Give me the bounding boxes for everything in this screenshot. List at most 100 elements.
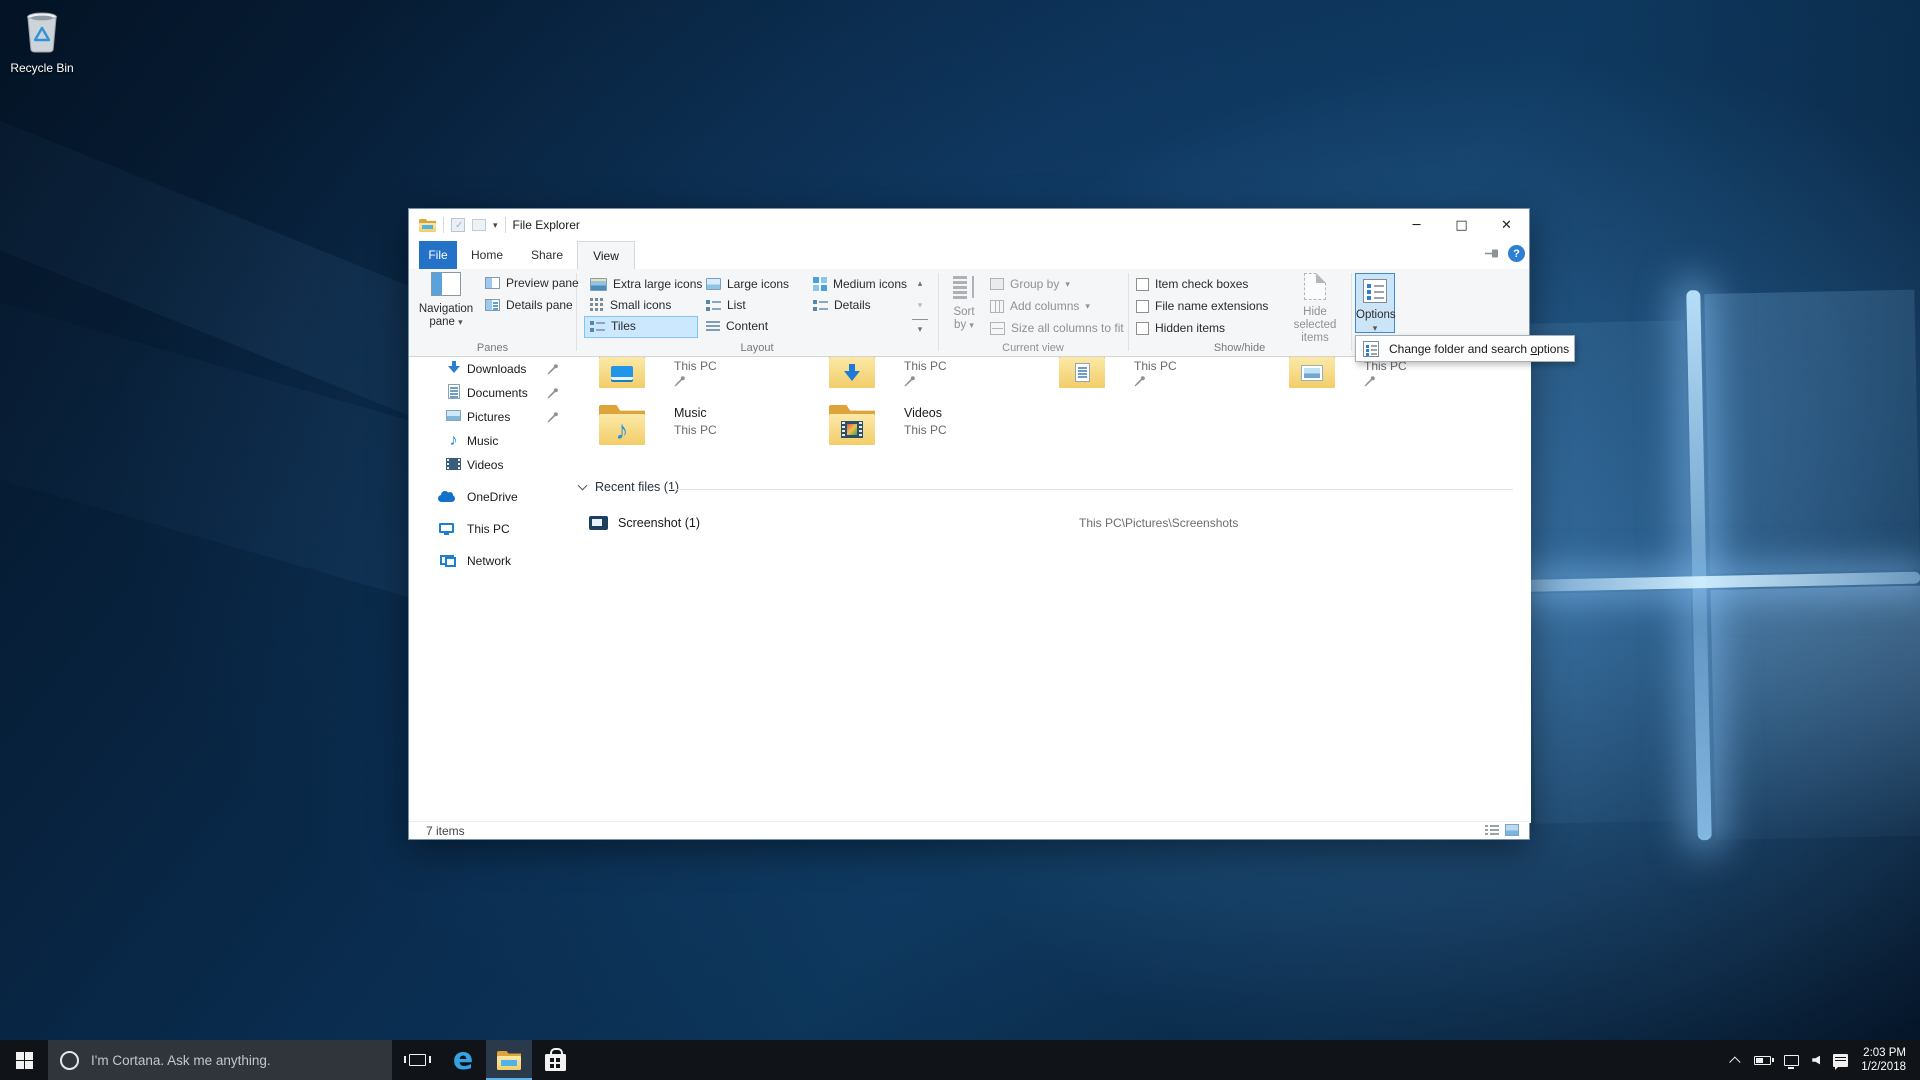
videos-icon xyxy=(446,458,461,470)
options-button[interactable]: Options ▾ xyxy=(1355,273,1395,333)
qat-properties-icon[interactable]: ✓ xyxy=(451,218,465,232)
taskbar-clock[interactable]: 2:03 PM 1/2/2018 xyxy=(1861,1046,1906,1074)
navigation-pane-button[interactable]: Navigation pane ▾ xyxy=(417,272,475,329)
pictures-icon xyxy=(446,410,461,421)
taskbar-edge-button[interactable]: e xyxy=(440,1040,486,1080)
sidebar-item-network[interactable]: Network xyxy=(409,549,567,573)
tile-downloads-folder[interactable]: This PC xyxy=(829,357,1049,394)
minimize-button[interactable]: ─ xyxy=(1394,209,1439,241)
layout-extra-large-icons[interactable]: Extra large icons xyxy=(590,277,702,291)
checkbox-unchecked-icon[interactable] xyxy=(1136,322,1149,335)
window-body: Downloads Documents Pictures ♪ Music xyxy=(409,357,1531,823)
size-all-columns-button[interactable]: Size all columns to fit xyxy=(990,321,1124,335)
group-by-button[interactable]: Group by ▾ xyxy=(990,277,1070,291)
recycle-bin[interactable]: Recycle Bin xyxy=(6,8,78,75)
tab-view[interactable]: View xyxy=(577,241,635,269)
cortana-icon xyxy=(60,1051,79,1070)
help-button[interactable]: ? xyxy=(1508,245,1525,262)
desktop-glyph-icon xyxy=(611,366,633,380)
file-name-extensions-option[interactable]: File name extensions xyxy=(1136,299,1268,313)
hidden-items-option[interactable]: Hidden items xyxy=(1136,321,1225,335)
add-columns-button[interactable]: Add columns ▾ xyxy=(990,299,1090,313)
close-icon: ✕ xyxy=(1501,218,1512,233)
menu-item-change-folder-options[interactable]: Change folder and search options xyxy=(1389,342,1569,356)
tile-documents-folder[interactable]: This PC xyxy=(1059,357,1279,394)
details-pane-button[interactable]: Details pane xyxy=(485,298,573,312)
video-glyph-icon xyxy=(841,421,863,438)
volume-icon[interactable] xyxy=(1812,1056,1820,1065)
sidebar-item-pictures[interactable]: Pictures xyxy=(409,405,567,429)
navigation-pane-icon xyxy=(431,272,461,296)
taskbar-store-button[interactable] xyxy=(532,1040,578,1080)
screenshot-file-icon xyxy=(589,516,608,530)
layout-large-icons[interactable]: Large icons xyxy=(706,277,789,291)
checkbox-unchecked-icon[interactable] xyxy=(1136,300,1149,313)
layout-small-icons[interactable]: Small icons xyxy=(590,298,671,312)
tab-share[interactable]: Share xyxy=(517,241,577,269)
folder-icon xyxy=(599,357,645,388)
tile-music-folder[interactable]: ♪ Music This PC xyxy=(599,405,819,451)
layout-medium-icons[interactable]: Medium icons xyxy=(813,277,907,291)
item-check-boxes-option[interactable]: Item check boxes xyxy=(1136,277,1248,291)
thumbnail-view-toggle-icon[interactable] xyxy=(1505,824,1519,836)
sidebar-item-videos[interactable]: Videos xyxy=(409,453,567,477)
group-label: Panes xyxy=(409,342,576,354)
navigation-pane: Downloads Documents Pictures ♪ Music xyxy=(409,357,567,823)
sidebar-item-this-pc[interactable]: This PC xyxy=(409,517,567,541)
group-header-rule xyxy=(671,489,1513,490)
layout-tiles[interactable]: Tiles xyxy=(590,319,636,333)
start-button[interactable] xyxy=(0,1040,48,1080)
taskbar-file-explorer-button[interactable] xyxy=(486,1040,532,1080)
tab-file[interactable]: File xyxy=(419,241,457,269)
network-icon xyxy=(440,555,454,565)
status-bar: 7 items xyxy=(409,821,1529,839)
tile-desktop-folder[interactable]: This PC xyxy=(599,357,819,394)
battery-icon[interactable] xyxy=(1754,1056,1771,1065)
layout-details[interactable]: Details xyxy=(813,298,871,312)
ribbon-group-panes: Navigation pane ▾ Preview pane Details p… xyxy=(409,269,576,357)
system-tray: 2:03 PM 1/2/2018 xyxy=(1733,1040,1920,1080)
layout-content[interactable]: Content xyxy=(706,319,768,333)
layout-more-button[interactable]: ▾ xyxy=(912,319,928,335)
sort-by-button[interactable]: Sort by ▾ xyxy=(944,274,984,332)
maximize-button[interactable]: □ xyxy=(1439,209,1484,241)
layout-list[interactable]: List xyxy=(706,298,746,312)
sidebar-item-documents[interactable]: Documents xyxy=(409,381,567,405)
pin-ribbon-icon[interactable] xyxy=(1485,248,1500,259)
cortana-search-box[interactable] xyxy=(48,1040,392,1080)
tab-home[interactable]: Home xyxy=(457,241,517,269)
layout-scroll-up[interactable]: ▴ xyxy=(912,275,928,289)
help-icon: ? xyxy=(1513,248,1520,260)
tile-videos-folder[interactable]: Videos This PC xyxy=(829,405,1049,451)
folder-options-icon xyxy=(1363,341,1379,357)
hide-selected-items-button[interactable]: Hide selected items xyxy=(1284,273,1346,345)
search-input[interactable] xyxy=(91,1053,371,1068)
items-count: 7 items xyxy=(426,824,465,838)
close-button[interactable]: ✕ xyxy=(1484,209,1529,241)
pin-icon xyxy=(547,387,559,399)
recent-files-header[interactable]: Recent files (1) xyxy=(579,480,679,494)
layout-scroll-down[interactable]: ▾ xyxy=(912,297,928,311)
details-pane-icon xyxy=(485,299,500,311)
list-view-icon xyxy=(706,299,721,312)
show-hidden-icons-chevron[interactable] xyxy=(1729,1056,1740,1067)
window-title: File Explorer xyxy=(513,218,580,232)
qat-new-folder-icon[interactable] xyxy=(472,219,486,231)
task-view-button[interactable] xyxy=(394,1040,440,1080)
recent-file-row[interactable]: Screenshot (1) This PC\Pictures\Screensh… xyxy=(589,513,1519,533)
sidebar-item-music[interactable]: ♪ Music xyxy=(409,429,567,453)
action-center-icon[interactable] xyxy=(1833,1054,1848,1067)
sidebar-item-downloads[interactable]: Downloads xyxy=(409,357,567,381)
wallpaper-windows-logo xyxy=(1494,276,1920,855)
details-view-toggle-icon[interactable] xyxy=(1485,824,1499,836)
preview-pane-button[interactable]: Preview pane xyxy=(485,276,579,290)
title-bar[interactable]: ✓ ▾ File Explorer ─ □ ✕ xyxy=(409,209,1529,241)
sidebar-item-onedrive[interactable]: OneDrive xyxy=(409,485,567,509)
checkbox-unchecked-icon[interactable] xyxy=(1136,278,1149,291)
network-icon[interactable] xyxy=(1784,1055,1799,1066)
qat-customize-caret-icon[interactable]: ▾ xyxy=(493,221,498,229)
group-label: Layout xyxy=(576,342,938,354)
caret-down-icon: ▾ xyxy=(969,320,974,330)
medium-icons-icon xyxy=(813,277,827,291)
tile-pictures-folder[interactable]: This PC xyxy=(1289,357,1509,394)
